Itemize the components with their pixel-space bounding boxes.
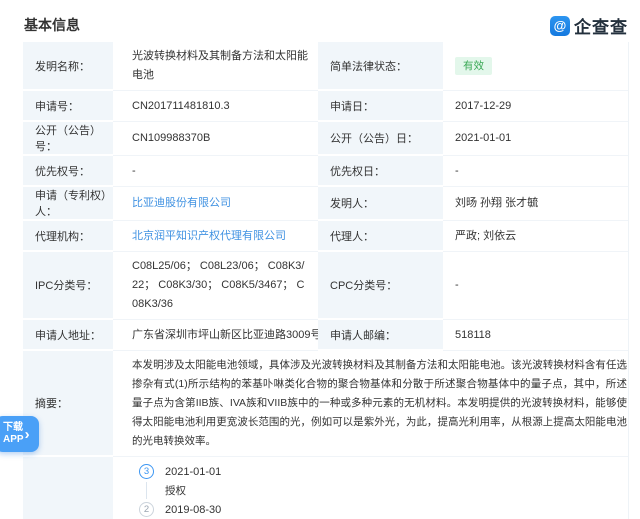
field-value-inventors: 刘旸 孙翔 张才毓 — [443, 187, 628, 221]
legal-timeline: 3 2021-01-01 授权 2 2019-08-30 — [113, 457, 628, 519]
status-badge: 有效 — [455, 57, 492, 75]
brand-name: 企查查 — [574, 13, 628, 38]
field-value-application-number: CN201711481810.3 — [113, 91, 318, 122]
patent-info-table: 发明名称： 光波转换材料及其制备方法和太阳能电池 简单法律状态： 有效 申请号：… — [23, 42, 629, 519]
download-badge-line2: APP — [3, 434, 24, 446]
field-value-applicant: 比亚迪股份有限公司 — [113, 187, 318, 221]
table-row: 优先权号： - 优先权日： - — [23, 156, 628, 187]
field-label-legal-status: 简单法律状态： — [318, 42, 443, 91]
field-label-cpc: CPC分类号： — [318, 252, 443, 320]
table-row: 申请号： CN201711481810.3 申请日： 2017-12-29 — [23, 91, 628, 122]
page-title: 基本信息 — [24, 15, 80, 35]
field-value-legal-status: 有效 — [443, 42, 628, 91]
table-row: 公开（公告）号： CN109988370B 公开（公告）日： 2021-01-0… — [23, 122, 628, 156]
field-label-timeline — [23, 457, 113, 519]
field-value-publication-number: CN109988370B — [113, 122, 318, 156]
field-label-agency: 代理机构： — [23, 221, 113, 252]
download-app-badge[interactable]: 下载 APP › — [0, 416, 39, 452]
table-row: 代理机构： 北京润平知识产权代理有限公司 代理人： 严政; 刘依云 — [23, 221, 628, 252]
field-label-publication-number: 公开（公告）号： — [23, 122, 113, 156]
field-value-publication-date: 2021-01-01 — [443, 122, 628, 156]
timeline-entry: 2 2019-08-30 — [113, 502, 628, 517]
field-label-application-number: 申请号： — [23, 91, 113, 122]
field-value-applicant-address: 广东省深圳市坪山新区比亚迪路3009号 — [113, 320, 318, 351]
download-badge-line1: 下载 — [3, 422, 24, 434]
table-row-timeline: 3 2021-01-01 授权 2 2019-08-30 — [23, 457, 628, 519]
table-row-abstract: 摘要： 本发明涉及太阳能电池领域，具体涉及光波转换材料及其制备方法和太阳能电池。… — [23, 351, 628, 457]
timeline-entry: 3 2021-01-01 — [113, 464, 628, 479]
field-label-ipc: IPC分类号： — [23, 252, 113, 320]
field-value-application-date: 2017-12-29 — [443, 91, 628, 122]
timeline-date: 2021-01-01 — [165, 466, 221, 478]
timeline-node-3-icon: 3 — [139, 464, 154, 479]
field-value-cpc: - — [443, 252, 628, 320]
field-label-postcode: 申请人邮编： — [318, 320, 443, 351]
abstract-text: 本发明涉及太阳能电池领域，具体涉及光波转换材料及其制备方法和太阳能电池。该光波转… — [113, 351, 628, 457]
table-row: 发明名称： 光波转换材料及其制备方法和太阳能电池 简单法律状态： 有效 — [23, 42, 628, 91]
field-label-inventors: 发明人： — [318, 187, 443, 221]
field-label-priority-date: 优先权日： — [318, 156, 443, 187]
field-label-application-date: 申请日： — [318, 91, 443, 122]
table-row: IPC分类号： C08L25/06； C08L23/06； C08K3/22； … — [23, 252, 628, 320]
table-row: 申请（专利权）人： 比亚迪股份有限公司 发明人： 刘旸 孙翔 张才毓 — [23, 187, 628, 221]
field-label-applicant: 申请（专利权）人： — [23, 187, 113, 221]
field-label-publication-date: 公开（公告）日： — [318, 122, 443, 156]
field-label-agents: 代理人： — [318, 221, 443, 252]
agency-link[interactable]: 北京润平知识产权代理有限公司 — [132, 227, 286, 246]
field-value-priority-date: - — [443, 156, 628, 187]
field-value-invention-name: 光波转换材料及其制备方法和太阳能电池 — [113, 42, 318, 91]
qichacha-logo-icon: @ — [550, 16, 570, 36]
table-row: 申请人地址： 广东省深圳市坪山新区比亚迪路3009号 申请人邮编： 518118 — [23, 320, 628, 351]
field-label-applicant-address: 申请人地址： — [23, 320, 113, 351]
timeline-node-2-icon: 2 — [139, 502, 154, 517]
chevron-right-icon: › — [25, 426, 30, 443]
field-label-invention-name: 发明名称： — [23, 42, 113, 91]
field-label-priority-number: 优先权号： — [23, 156, 113, 187]
brand-logo[interactable]: @ 企查查 — [550, 13, 628, 38]
timeline-date: 2019-08-30 — [165, 504, 221, 516]
field-value-agents: 严政; 刘依云 — [443, 221, 628, 252]
field-value-priority-number: - — [113, 156, 318, 187]
timeline-event-label: 授权 — [146, 482, 628, 499]
field-value-agency: 北京润平知识产权代理有限公司 — [113, 221, 318, 252]
applicant-company-link[interactable]: 比亚迪股份有限公司 — [132, 194, 231, 213]
field-value-ipc-codes: C08L25/06； C08L23/06； C08K3/22； C08K3/30… — [113, 252, 318, 320]
field-value-postcode: 518118 — [443, 320, 628, 351]
